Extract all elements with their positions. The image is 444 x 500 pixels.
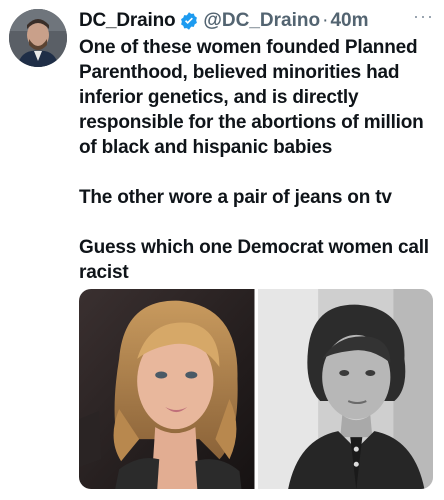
color-portrait-image: [79, 289, 255, 489]
separator-dot: ·: [322, 10, 329, 31]
tweet-paragraph: The other wore a pair of jeans on tv: [79, 187, 392, 208]
photo-left[interactable]: [79, 289, 255, 489]
author-name[interactable]: DC_Draino: [79, 10, 176, 32]
avatar-image: [9, 9, 67, 67]
tweet-header: DC_Draino @DC_Draino · 40m: [79, 9, 436, 33]
media-grid: [79, 289, 433, 489]
author-handle[interactable]: @DC_Draino: [203, 10, 320, 32]
tweet-paragraph: Guess which one Democrat women call raci…: [79, 237, 429, 283]
more-options-icon[interactable]: ···: [413, 7, 434, 25]
timestamp[interactable]: 40m: [330, 10, 368, 32]
tweet-text: One of these women founded Planned Paren…: [79, 35, 439, 285]
verified-badge-icon: [179, 11, 199, 31]
avatar[interactable]: [9, 9, 67, 67]
bw-portrait-image: [257, 289, 433, 489]
photo-right[interactable]: [257, 289, 433, 489]
tweet-paragraph: One of these women founded Planned Paren…: [79, 37, 424, 158]
